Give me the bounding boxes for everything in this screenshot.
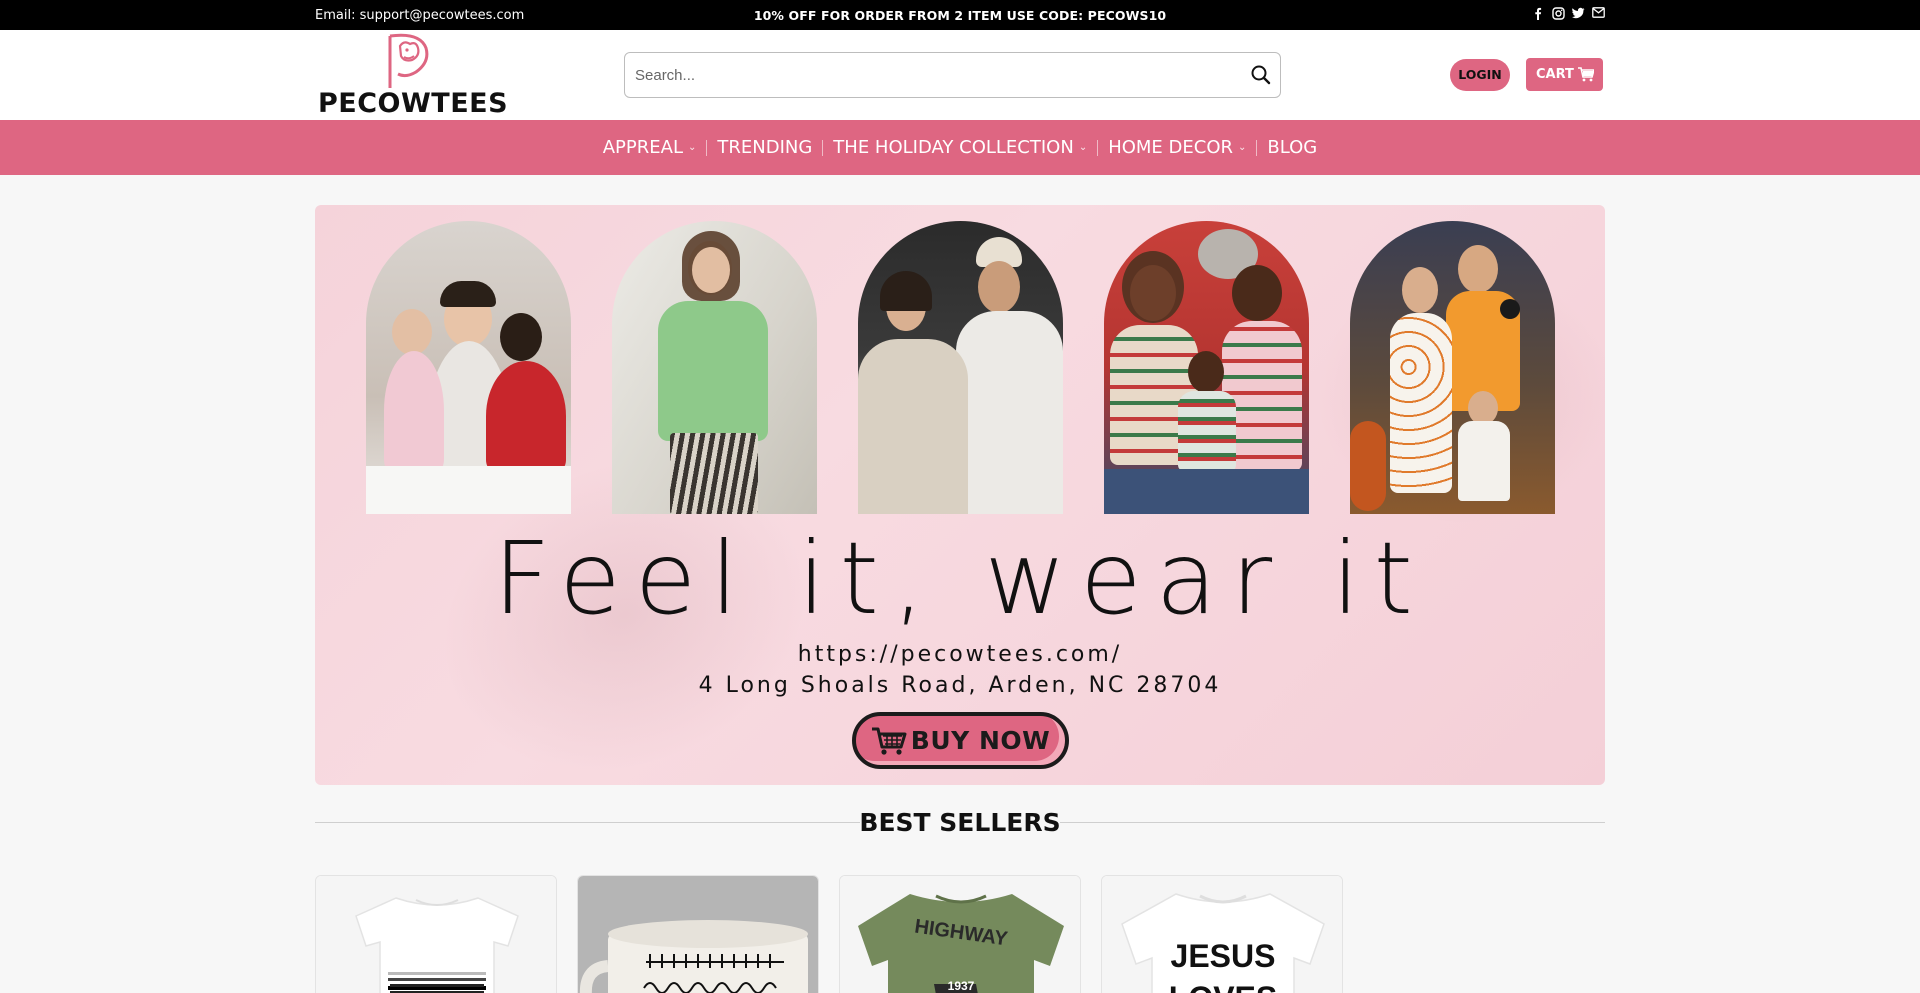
nav-item-label: HOME DECOR (1108, 137, 1234, 158)
nav-item-label: APPREAL (602, 137, 683, 158)
product-image-white-tshirt (316, 876, 556, 993)
shopping-cart-icon (871, 727, 907, 755)
print-text-year: 1937 (947, 979, 975, 993)
product-card[interactable] (577, 875, 819, 993)
cart-label: CART (1536, 67, 1574, 82)
cow-head-logo-icon (388, 33, 429, 88)
nav-item-label: THE HOLIDAY COLLECTION (833, 137, 1074, 158)
nav-item-appreal[interactable]: APPREAL ⌄ (603, 137, 697, 158)
hero-website-url: https://pecowtees.com/ (797, 642, 1123, 667)
section-title: BEST SELLERS (859, 808, 1061, 837)
search-icon[interactable] (1250, 64, 1272, 86)
hero-photo-couple-sweaters (858, 221, 1063, 514)
promo-banner: 10% OFF FOR ORDER FROM 2 ITEM USE CODE: … (753, 8, 1167, 23)
hero-photo-green-cardigan (612, 221, 817, 514)
hero-address: 4 Long Shoals Road, Arden, NC 28704 (698, 673, 1222, 698)
nav-item-label: TRENDING (717, 137, 813, 158)
buy-now-button[interactable]: BUY NOW (852, 712, 1069, 769)
product-image-jesus-loves-tshirt: JESUS LOVES (1102, 876, 1342, 993)
social-links (1532, 7, 1605, 21)
nav-item-label: BLOG (1267, 137, 1318, 158)
mail-icon[interactable] (1592, 7, 1605, 20)
chevron-down-icon: ⌄ (1078, 142, 1088, 153)
nav-divider (1256, 139, 1258, 156)
hero-photo-halloween-family (1350, 221, 1555, 514)
nav-item-holiday-collection[interactable]: THE HOLIDAY COLLECTION ⌄ (833, 137, 1087, 158)
cart-button[interactable]: CART (1526, 58, 1603, 91)
nav-divider (706, 139, 708, 156)
brand-name: PECOWTEES (318, 88, 509, 119)
cart-icon (1578, 67, 1594, 82)
instagram-icon[interactable] (1552, 7, 1565, 20)
product-card[interactable]: HIGHWAY 1937 (839, 875, 1081, 993)
search-input[interactable] (635, 53, 1215, 97)
hero-photo-christmas-family (1104, 221, 1309, 514)
hero-photo-family-hug (366, 221, 571, 514)
search-bar (624, 52, 1281, 98)
site-header: PECOWTEES LOGIN CART (0, 30, 1920, 120)
product-card[interactable]: JESUS LOVES (1101, 875, 1343, 993)
nav-item-trending[interactable]: TRENDING (717, 137, 812, 158)
product-image-olive-tshirt: HIGHWAY 1937 (840, 876, 1080, 993)
best-sellers-header: BEST SELLERS (315, 805, 1605, 841)
section-divider (1060, 822, 1605, 823)
buy-now-label: BUY NOW (910, 726, 1051, 755)
top-bar: Email: support@pecowtees.com 10% OFF FOR… (0, 0, 1920, 30)
hero-banner[interactable]: Feel it, wear it https://pecowtees.com/ … (315, 205, 1605, 785)
chevron-down-icon: ⌄ (687, 142, 697, 153)
nav-divider (1097, 139, 1099, 156)
hero-tagline: Feel it, wear it (493, 520, 1427, 637)
facebook-icon[interactable] (1532, 7, 1544, 21)
print-text-jesus: JESUS (1170, 938, 1276, 974)
nav-item-blog[interactable]: BLOG (1267, 137, 1317, 158)
print-text-loves: LOVES (1102, 980, 1342, 993)
nav-divider (822, 139, 824, 156)
nav-item-home-decor[interactable]: HOME DECOR ⌄ (1108, 137, 1246, 158)
product-image-ceramic-mug (578, 876, 818, 993)
twitter-icon[interactable] (1572, 7, 1585, 20)
login-button[interactable]: LOGIN (1450, 59, 1510, 91)
brand-logo[interactable]: PECOWTEES (318, 32, 509, 119)
chevron-down-icon: ⌄ (1238, 142, 1247, 153)
main-navigation: APPREAL ⌄ TRENDING THE HOLIDAY COLLECTIO… (0, 120, 1920, 175)
product-card[interactable] (315, 875, 557, 993)
